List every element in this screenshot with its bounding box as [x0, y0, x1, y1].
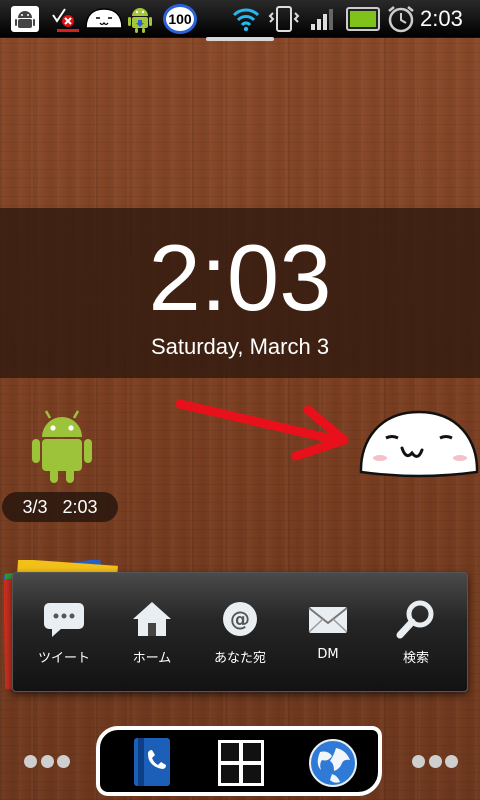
- right-page-dots[interactable]: [412, 755, 458, 773]
- alarm-icon: [384, 4, 418, 34]
- lockscreen-clock: 2:03 Saturday, March 3: [0, 208, 480, 378]
- svg-text:@: @: [230, 607, 250, 631]
- mail-icon: [306, 599, 350, 639]
- widget-date: 3/3: [22, 497, 48, 517]
- clock-date: Saturday, March 3: [150, 334, 330, 359]
- widget-time: 2:03: [62, 497, 98, 517]
- at-icon: @: [218, 599, 262, 639]
- dm-label: DM: [317, 647, 339, 662]
- app-dock: [96, 726, 382, 796]
- search-button[interactable]: 検索: [371, 599, 461, 669]
- mochi-face-icon[interactable]: [358, 400, 480, 480]
- search-icon: [394, 599, 438, 639]
- app-grid-icon[interactable]: [214, 736, 268, 790]
- counter-badge-icon: 100: [160, 4, 200, 34]
- vibrate-icon: [266, 4, 302, 34]
- dm-button[interactable]: DM: [283, 599, 373, 669]
- android-widget-datetime: 3/3 2:03: [2, 492, 118, 522]
- status-bar[interactable]: 100 2:03: [0, 0, 480, 41]
- android-debug-icon: [8, 4, 42, 34]
- phone-book-icon[interactable]: [124, 736, 178, 790]
- notification-pull-handle[interactable]: [206, 37, 274, 41]
- blocked-update-icon: [48, 4, 82, 34]
- mentions-button[interactable]: @ あなた宛: [195, 599, 285, 669]
- red-arrow-annotation: [176, 399, 349, 461]
- tweet-label: ツイート: [37, 651, 90, 666]
- speech-bubble-icon: [42, 599, 86, 639]
- home-icon: [130, 599, 174, 639]
- mentions-label: あなた宛: [213, 651, 266, 666]
- android-robot-icon: [32, 410, 92, 483]
- browser-globe-icon[interactable]: [306, 736, 360, 790]
- search-label: 検索: [402, 651, 429, 666]
- home-label: ホーム: [132, 651, 172, 666]
- home-button[interactable]: ホーム: [107, 599, 197, 669]
- battery-icon: [344, 4, 382, 34]
- mochi-notification-icon: [84, 4, 124, 34]
- android-download-icon: [122, 4, 158, 34]
- clock-time: 2:03: [148, 225, 332, 330]
- left-page-dots[interactable]: [24, 755, 70, 773]
- signal-icon: [306, 4, 338, 34]
- status-bar-clock: 2:03: [420, 6, 463, 31]
- twitter-widget-toolbar: ツイート ホーム @ あなた宛 DM 検索: [12, 572, 468, 692]
- wifi-icon: [230, 4, 262, 34]
- counter-badge-text: 100: [163, 4, 197, 34]
- tweet-button[interactable]: ツイート: [19, 599, 109, 669]
